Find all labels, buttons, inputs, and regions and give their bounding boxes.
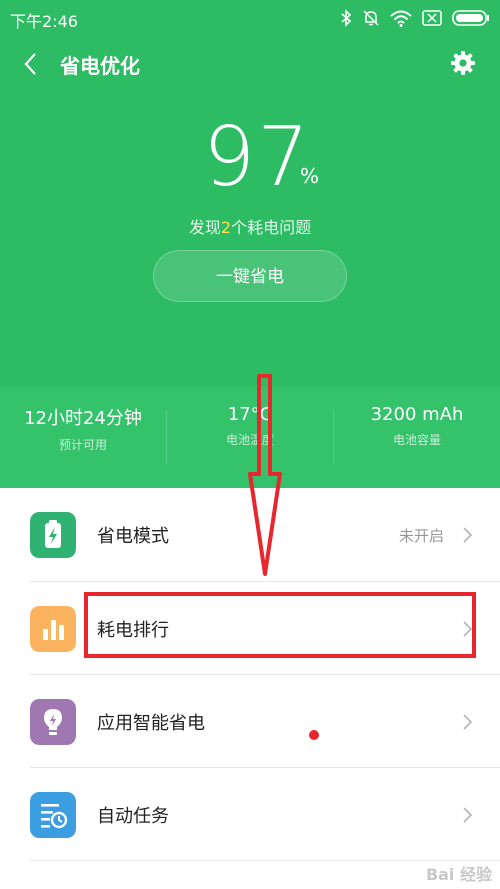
battery-percent-unit: % — [300, 164, 320, 188]
status-bar: 下午2:46 — [0, 0, 500, 36]
stat-label: 电池容量 — [392, 433, 441, 447]
title-bar: 省电优化 — [0, 42, 500, 86]
battery-bolt-icon — [30, 512, 76, 558]
one-key-save-button[interactable]: 一键省电 — [153, 250, 347, 302]
issue-summary: 发现2个耗电问题 — [0, 214, 500, 238]
bluetooth-icon — [341, 9, 352, 27]
stat-capacity: 3200 mAh 电池容量 — [334, 404, 500, 448]
issue-suffix: 个耗电问题 — [231, 218, 312, 237]
bar-chart-icon — [30, 606, 76, 652]
task-clock-icon — [30, 792, 76, 838]
battery-percent: 97 % — [0, 110, 500, 205]
battery-status-icon — [452, 10, 489, 26]
down-arrow-annotation — [248, 374, 282, 576]
page-title: 省电优化 — [60, 54, 140, 78]
highlight-box — [84, 592, 476, 658]
no-sim-icon — [422, 10, 442, 26]
list-item-auto-task[interactable]: 自动任务 — [0, 768, 500, 860]
wifi-icon — [390, 10, 412, 27]
stat-value: 3200 mAh — [370, 404, 464, 425]
list-item-label: 自动任务 — [97, 806, 169, 827]
chevron-right-icon — [463, 714, 473, 730]
chevron-right-icon — [463, 807, 473, 823]
issue-count: 2 — [220, 218, 232, 237]
list-item-app-smart-save[interactable]: 应用智能省电 — [0, 675, 500, 767]
issue-prefix: 发现 — [188, 218, 221, 237]
chevron-right-icon — [463, 527, 473, 543]
bulb-icon — [30, 699, 76, 745]
status-time: 下午2:46 — [10, 12, 78, 31]
status-icons — [340, 8, 490, 28]
list-item-label: 省电模式 — [97, 526, 169, 547]
gear-icon[interactable] — [450, 50, 476, 76]
back-arrow-icon[interactable] — [18, 50, 46, 78]
list-item-label: 应用智能省电 — [97, 713, 205, 734]
battery-percent-value: 97 — [203, 110, 312, 205]
stat-label: 预计可用 — [58, 438, 107, 452]
list-item-status: 未开启 — [398, 527, 444, 545]
red-dot-marker — [309, 730, 319, 740]
watermark: Bai 经验 — [425, 865, 492, 884]
stat-time-remaining: 12小时24分钟 预计可用 — [0, 404, 166, 453]
mute-bell-icon — [363, 10, 379, 26]
stat-value: 12小时24分钟 — [24, 408, 142, 429]
